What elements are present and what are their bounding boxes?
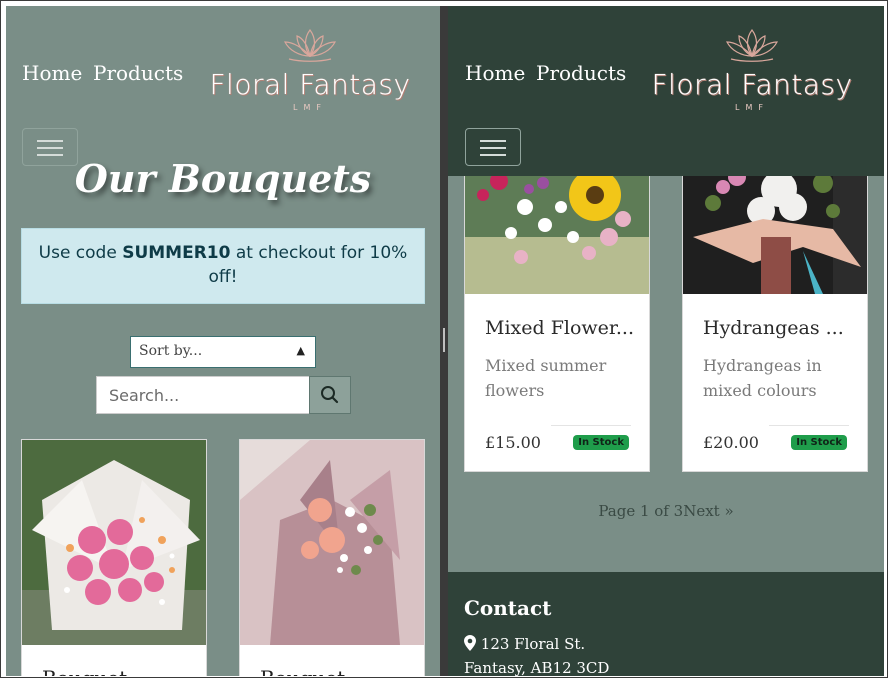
right-viewport: Mixed Flower... Mixed summer flowers £15… — [448, 6, 884, 676]
hamburger-icon — [37, 140, 63, 142]
address-line-2: Fantasy, AB12 3CD — [464, 659, 610, 676]
lotus-icon — [284, 28, 336, 62]
brand-name: Floral Fantasy — [651, 68, 853, 101]
location-pin-icon — [464, 635, 476, 651]
next-page-link[interactable]: Next » — [683, 502, 733, 520]
brand-name: Floral Fantasy — [209, 68, 411, 101]
stock-badge: In Stock — [573, 435, 629, 450]
search-input[interactable]: Search... — [96, 376, 310, 414]
product-title: Hydrangeas ... — [703, 317, 844, 339]
promo-banner: Use code SUMMER10 at checkout for 10% of… — [21, 228, 425, 304]
nav-products-link[interactable]: Products — [536, 61, 626, 85]
product-card[interactable]: Hydrangeas ... Hydrangeas in mixed colou… — [682, 166, 868, 472]
left-viewport: Home Products Floral Fantasy LMF Our Bou… — [6, 6, 440, 676]
product-image — [22, 440, 206, 645]
product-image — [240, 440, 424, 645]
sort-select[interactable]: Sort by... ▲ — [130, 336, 316, 368]
contact-heading: Contact — [464, 596, 552, 620]
menu-toggle-button[interactable] — [465, 128, 521, 166]
search-button[interactable] — [309, 376, 351, 414]
brand-logo[interactable]: Floral Fantasy LMF — [642, 26, 862, 112]
product-price: £20.00 — [703, 433, 759, 452]
brand-logo[interactable]: Floral Fantasy LMF — [200, 26, 420, 112]
product-card[interactable]: Bouquet... — [239, 439, 425, 676]
divider-handle[interactable] — [443, 328, 445, 352]
hamburger-icon — [480, 140, 506, 142]
product-description: Mixed summer flowers — [485, 356, 607, 400]
nav-home-link[interactable]: Home — [22, 61, 82, 85]
promo-code: SUMMER10 — [122, 243, 231, 263]
pagination: Page 1 of 3Next » — [448, 502, 884, 520]
stock-badge: In Stock — [791, 435, 847, 450]
brand-subtitle: LMF — [293, 103, 327, 112]
product-title: Bouquet... — [260, 666, 364, 676]
sort-caret-icon: ▲ — [296, 344, 305, 357]
card-divider — [769, 425, 849, 426]
navbar: Home Products Floral Fantasy LMF — [6, 6, 440, 176]
page-indicator: Page 1 of 3 — [598, 502, 684, 520]
nav-products-link[interactable]: Products — [93, 61, 183, 85]
product-title: Mixed Flower... — [485, 317, 635, 339]
product-price: £15.00 — [485, 433, 541, 452]
contact-address: 123 Floral St. Fantasy, AB12 3CD — [464, 632, 609, 676]
product-card[interactable]: Mixed Flower... Mixed summer flowers £15… — [464, 166, 650, 472]
nav-home-link[interactable]: Home — [465, 61, 525, 85]
lotus-icon — [726, 28, 778, 62]
page-title: Our Bouquets — [74, 156, 372, 201]
navbar: Home Products Floral Fantasy LMF — [448, 6, 884, 176]
address-line-1: 123 Floral St. — [480, 635, 586, 653]
brand-subtitle: LMF — [735, 103, 769, 112]
card-divider — [551, 425, 631, 426]
product-image — [465, 167, 649, 294]
product-image — [683, 167, 867, 294]
product-description: Hydrangeas in mixed colours — [703, 356, 822, 400]
product-title: Bouquet... — [42, 666, 146, 676]
footer: Contact 123 Floral St. Fantasy, AB12 3CD — [448, 572, 884, 676]
product-card[interactable]: Bouquet... — [21, 439, 207, 676]
search-icon — [321, 386, 339, 404]
